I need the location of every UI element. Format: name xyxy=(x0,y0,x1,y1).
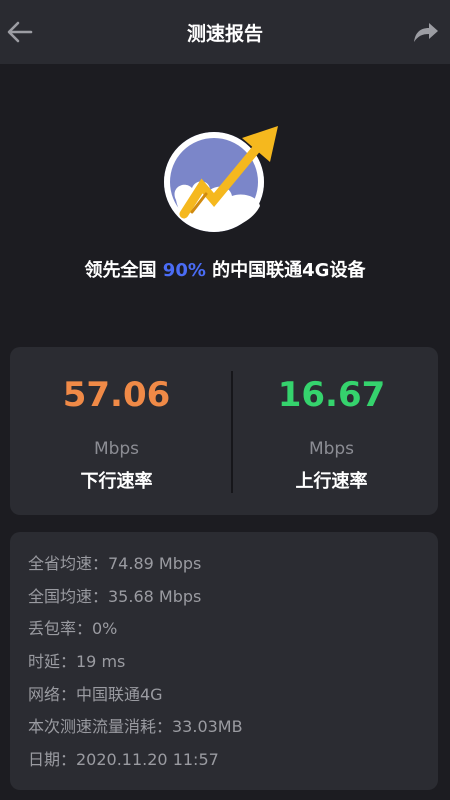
speed-card: 57.06 Mbps 下行速率 16.67 Mbps 上行速率 xyxy=(10,347,438,515)
headline-percent: 90% xyxy=(162,260,206,281)
upload-speed-unit: Mbps xyxy=(308,439,355,459)
headline-prefix: 领先全国 xyxy=(84,260,163,281)
detail-network: 网络：中国联通4G xyxy=(28,684,163,704)
detail-national-average: 全国均速：35.68 Mbps xyxy=(28,586,202,606)
ranking-headline: 领先全国 90% 的中国联通4G设备 xyxy=(0,256,450,282)
upload-speed-value: 16.67 xyxy=(277,375,386,415)
page-title: 测速报告 xyxy=(186,23,263,45)
detail-province-average: 全省均速：74.89 Mbps xyxy=(28,554,202,573)
rocket-arrow-cloud-logo xyxy=(164,126,278,232)
upload-speed-label: 上行速率 xyxy=(295,471,368,492)
share-button[interactable] xyxy=(410,20,442,48)
share-arrow-icon xyxy=(413,21,439,47)
top-bar: 测速报告 xyxy=(0,0,450,64)
app-logo xyxy=(162,122,282,238)
back-button[interactable] xyxy=(6,20,34,48)
arrow-left-icon xyxy=(7,21,33,47)
download-speed-value: 57.06 xyxy=(62,375,171,415)
upload-section: 16.67 Mbps 上行速率 xyxy=(225,347,438,515)
details-list: 全省均速：74.89 Mbps 全国均速：35.68 Mbps 丢包率：0% 时… xyxy=(28,550,243,779)
detail-data-usage: 本次测速流量消耗：33.03MB xyxy=(28,717,243,737)
download-section: 57.06 Mbps 下行速率 xyxy=(10,347,223,515)
download-speed-label: 下行速率 xyxy=(80,471,153,492)
download-speed-unit: Mbps xyxy=(93,439,140,459)
detail-latency: 时延：19 ms xyxy=(28,652,126,672)
detail-date: 日期：2020.11.20 11:57 xyxy=(28,750,219,770)
detail-packet-loss: 丢包率：0% xyxy=(28,619,118,639)
headline-suffix: 的中国联通4G设备 xyxy=(205,260,366,281)
details-card: 全省均速：74.89 Mbps 全国均速：35.68 Mbps 丢包率：0% 时… xyxy=(10,532,438,790)
